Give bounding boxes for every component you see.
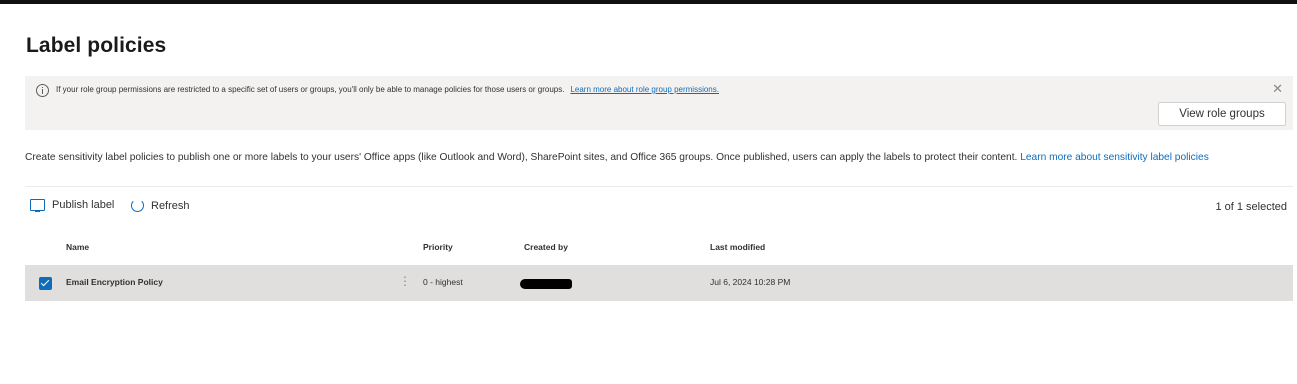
table-row[interactable]: Email Encryption Policy ⋮ 0 - highest Ju… <box>25 265 1293 301</box>
policy-name[interactable]: Email Encryption Policy <box>66 277 163 287</box>
info-banner: If your role group permissions are restr… <box>25 76 1293 130</box>
view-role-groups-button[interactable]: View role groups <box>1158 102 1286 126</box>
policy-priority: 0 - highest <box>423 277 463 287</box>
redacted-created-by <box>520 279 572 289</box>
page-description: Create sensitivity label policies to pub… <box>25 150 1287 165</box>
column-header-last-modified[interactable]: Last modified <box>710 242 765 252</box>
publish-label-text: Publish label <box>52 199 115 211</box>
column-header-created-by[interactable]: Created by <box>524 242 568 252</box>
description-text: Create sensitivity label policies to pub… <box>25 152 1018 163</box>
more-options-icon[interactable]: ⋮ <box>399 275 411 287</box>
policy-last-modified: Jul 6, 2024 10:28 PM <box>710 277 791 287</box>
column-header-priority[interactable]: Priority <box>423 242 453 252</box>
banner-message-text: If your role group permissions are restr… <box>56 85 565 94</box>
refresh-icon <box>131 199 144 212</box>
page-title: Label policies <box>26 34 167 57</box>
publish-label-button[interactable]: Publish label <box>30 199 115 213</box>
publish-icon <box>30 199 45 213</box>
divider <box>25 186 1293 187</box>
column-header-name[interactable]: Name <box>66 242 89 252</box>
close-icon[interactable]: ✕ <box>1272 82 1283 95</box>
selection-count: 1 of 1 selected <box>1215 201 1287 213</box>
refresh-text: Refresh <box>151 199 190 212</box>
role-group-permissions-link[interactable]: Learn more about role group permissions. <box>570 85 719 94</box>
row-checkbox[interactable] <box>39 277 52 290</box>
sensitivity-label-policies-link[interactable]: Learn more about sensitivity label polic… <box>1020 152 1209 163</box>
info-icon <box>36 84 49 97</box>
top-border <box>0 0 1297 4</box>
banner-message: If your role group permissions are restr… <box>56 85 719 94</box>
refresh-button[interactable]: Refresh <box>131 199 190 212</box>
